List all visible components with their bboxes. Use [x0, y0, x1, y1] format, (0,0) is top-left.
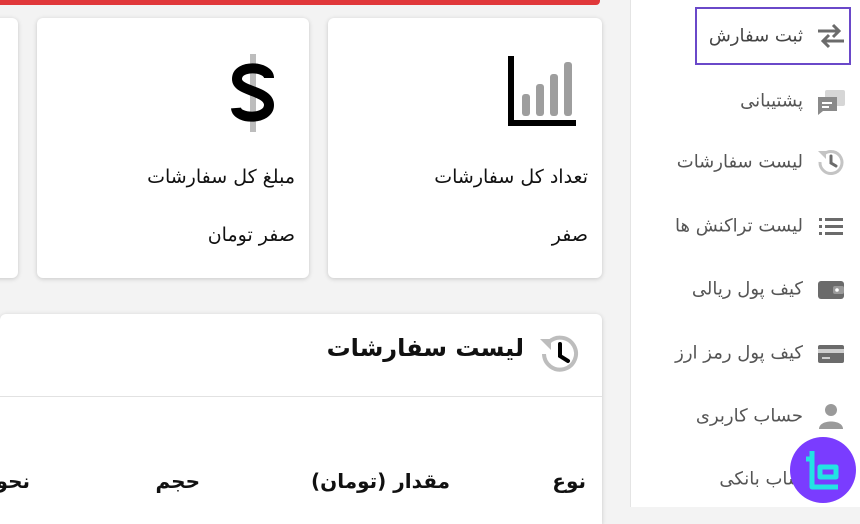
order-count-title: تعداد کل سفارشات: [434, 166, 588, 188]
sidebar-item-label: لیست تراکنش ها: [675, 215, 803, 237]
wallet-icon: [818, 281, 844, 299]
sidebar-item-label: لیست سفارشات: [676, 151, 803, 173]
top-accent-strip: [0, 0, 600, 5]
column-header-partial: نحو: [0, 469, 30, 493]
sidebar-item-support[interactable]: پشتیبانی: [631, 72, 860, 130]
column-header-type: نوع: [552, 469, 586, 493]
order-amount-title: مبلغ کل سفارشات: [147, 166, 295, 188]
chat-bubbles-icon: [818, 90, 845, 115]
history-clock-icon: [818, 150, 844, 175]
dollar-icon: [231, 54, 275, 132]
user-icon: [819, 404, 843, 429]
order-amount-value: صفر تومان: [207, 224, 295, 246]
sidebar-item-label: حساب کاربری: [695, 405, 803, 427]
sidebar-item-orders-list[interactable]: لیست سفارشات: [631, 133, 860, 191]
list-icon: [819, 218, 843, 235]
sidebar-item-label: ثبت سفارش: [708, 25, 803, 47]
sidebar-item-label: کیف پول ریالی: [691, 278, 803, 300]
history-clock-icon: [540, 335, 578, 372]
orders-panel-title: لیست سفارشات: [326, 334, 524, 362]
brand-logo-icon: [806, 451, 839, 490]
stat-card-order-amount: مبلغ کل سفارشات صفر تومان: [37, 18, 309, 278]
divider: [0, 396, 602, 397]
sidebar-item-place-order[interactable]: ثبت سفارش: [631, 7, 860, 65]
sidebar: ثبت سفارش پشتیبانی لیست سفارشات لیست ترا…: [630, 0, 860, 507]
swap-arrows-icon: [818, 23, 844, 49]
sidebar-item-rial-wallet[interactable]: کیف پول ریالی: [631, 260, 860, 318]
column-header-amount: مقدار (تومان): [311, 469, 450, 493]
bar-chart-icon: [508, 56, 576, 126]
brand-logo-badge[interactable]: [790, 437, 856, 503]
sidebar-item-crypto-wallet[interactable]: کیف پول رمز ارز: [631, 324, 860, 382]
stat-card-order-count: تعداد کل سفارشات صفر: [328, 18, 602, 278]
sidebar-item-transactions[interactable]: لیست تراکنش ها: [631, 197, 860, 255]
stat-card-partial: [0, 18, 18, 278]
card-icon: [818, 345, 844, 363]
sidebar-item-label: کیف پول رمز ارز: [675, 342, 803, 364]
column-header-volume: حجم: [155, 469, 200, 493]
orders-panel: لیست سفارشات نوع مقدار (تومان) حجم نحو: [0, 314, 602, 524]
order-count-value: صفر: [551, 224, 588, 246]
sidebar-item-label: پشتیبانی: [740, 90, 803, 112]
